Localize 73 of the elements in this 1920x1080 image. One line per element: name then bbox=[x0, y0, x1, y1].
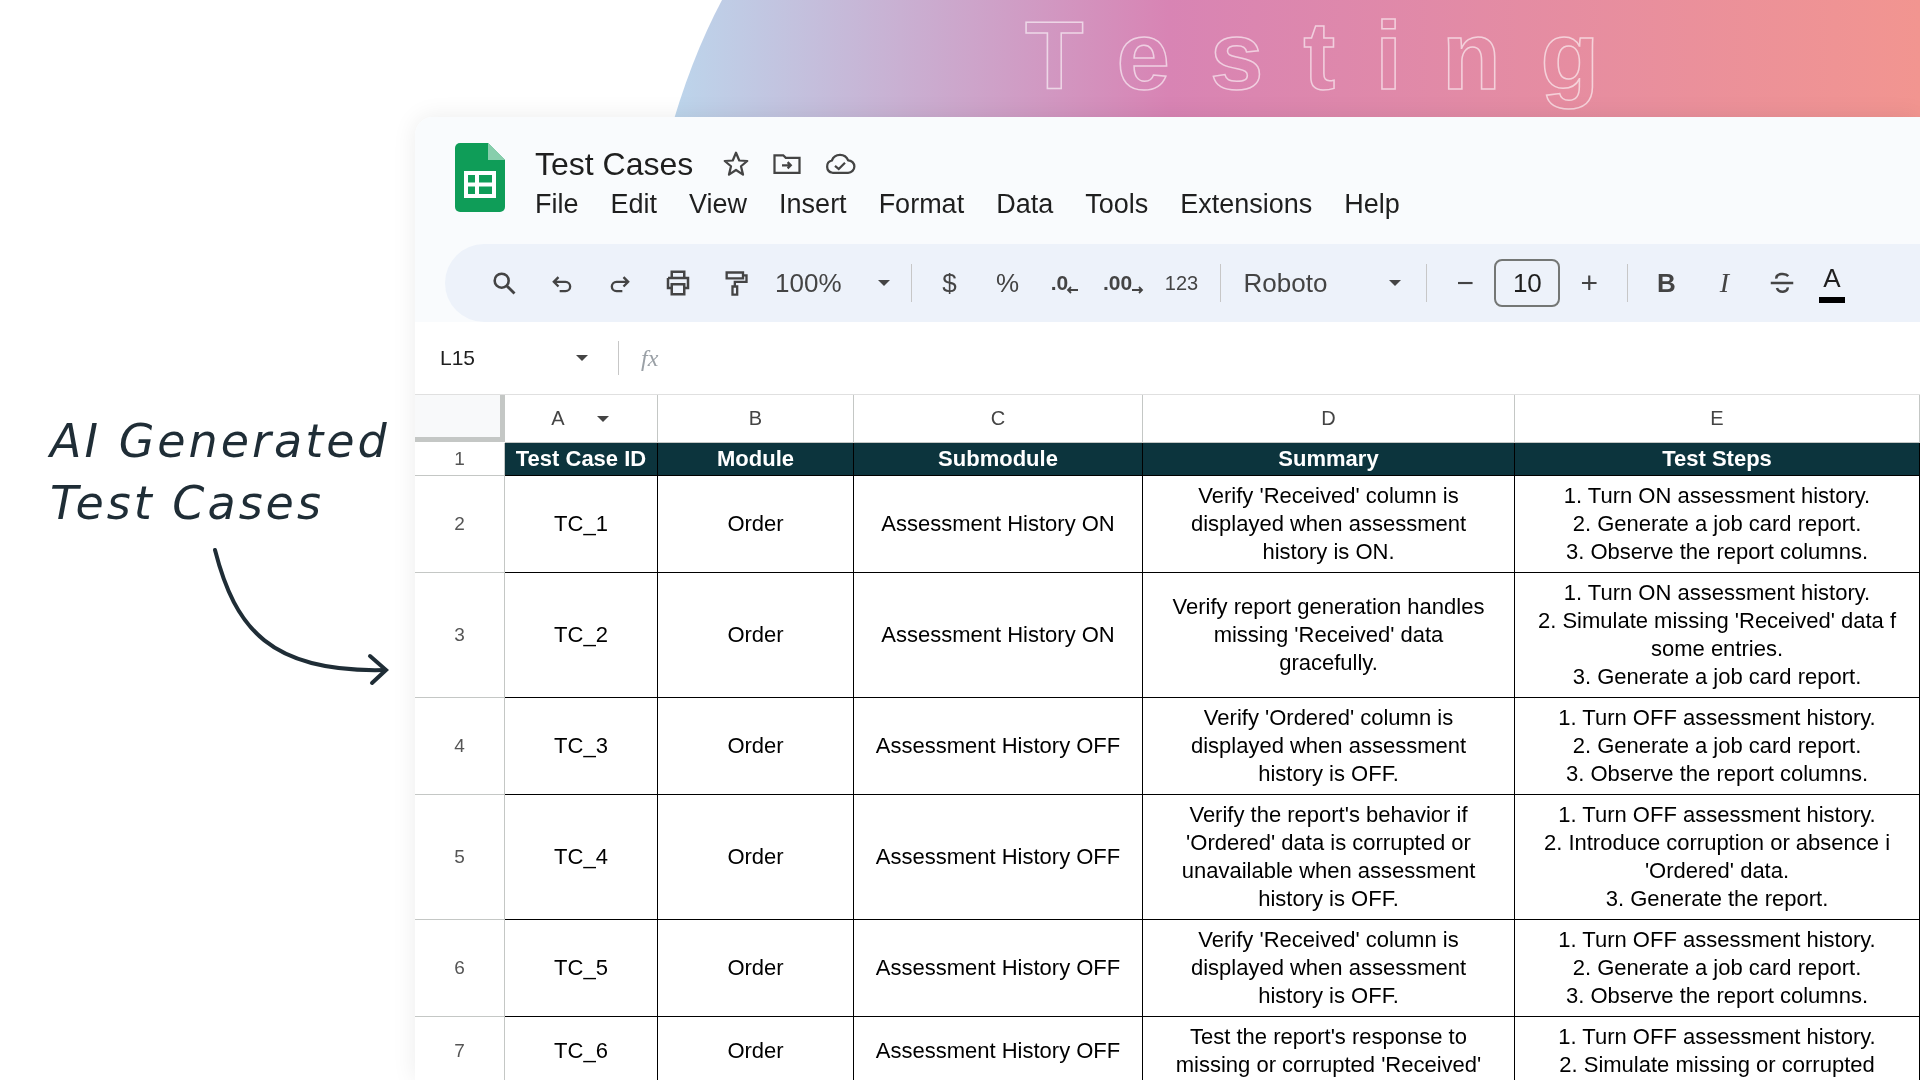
right-arrow-icon bbox=[1130, 285, 1145, 295]
table-cell: Verify 'Ordered' column is displayed when assessment history is OFF. bbox=[1143, 698, 1515, 795]
column-title: Summary bbox=[1143, 443, 1515, 476]
table-cell: 1. Turn ON assessment history. 2. Simulate missing 'Received' data f some entries. 3. Generate a job card report. bbox=[1515, 573, 1920, 698]
row-header[interactable]: 6 bbox=[415, 920, 505, 1017]
name-box[interactable]: L15 bbox=[440, 346, 476, 370]
formula-label: fx bbox=[641, 344, 659, 372]
text-color-button[interactable]: A bbox=[1819, 263, 1845, 303]
table-cell: 1. Turn OFF assessment history. 2. Generate a job card report. 3. Observe the report columns. bbox=[1515, 920, 1920, 1017]
table-cell: TC_3 bbox=[505, 698, 658, 795]
table-cell: TC_6 bbox=[505, 1017, 658, 1080]
menu-item[interactable]: View bbox=[679, 185, 758, 224]
increase-font-size-button[interactable]: + bbox=[1560, 259, 1619, 307]
table-cell: Verify the report's behavior if 'Ordered' data is corrupted or unavailable when assessment history is OFF. bbox=[1143, 795, 1515, 920]
row-header[interactable]: 2 bbox=[415, 476, 505, 573]
table-cell: Assessment History OFF bbox=[854, 1017, 1143, 1080]
zoom-dropdown[interactable]: 100% bbox=[765, 259, 902, 307]
table-cell: TC_4 bbox=[505, 795, 658, 920]
caret-icon[interactable] bbox=[1387, 278, 1404, 288]
italic-button[interactable]: I bbox=[1695, 259, 1754, 307]
table-cell: Assessment History ON bbox=[854, 476, 1143, 573]
row-header[interactable]: 7 bbox=[415, 1017, 505, 1080]
menu-item[interactable]: File bbox=[525, 185, 589, 224]
menu-item[interactable]: Edit bbox=[600, 185, 668, 224]
font-size-field[interactable]: 10 bbox=[1494, 259, 1561, 307]
table-cell: TC_2 bbox=[505, 573, 658, 698]
column-title: Submodule bbox=[854, 443, 1143, 476]
table-cell: Order bbox=[658, 476, 854, 573]
table-cell: TC_1 bbox=[505, 476, 658, 573]
table-cell: TC_5 bbox=[505, 920, 658, 1017]
menu-item[interactable]: Format bbox=[868, 185, 975, 224]
search-icon[interactable] bbox=[490, 269, 518, 297]
caret-icon[interactable] bbox=[574, 353, 590, 363]
document-title[interactable]: Test Cases bbox=[535, 145, 694, 183]
column-title: Test Steps bbox=[1515, 443, 1920, 476]
column-title: Test Case ID bbox=[505, 443, 658, 476]
menu-item[interactable]: Extensions bbox=[1170, 185, 1323, 224]
menu-item[interactable]: Data bbox=[986, 185, 1064, 224]
table-cell: 1. Turn OFF assessment history. 2. Generate a job card report. 3. Observe the report columns. bbox=[1515, 698, 1920, 795]
number-format-button[interactable]: 123 bbox=[1152, 259, 1211, 307]
column-title: Module bbox=[658, 443, 854, 476]
row-header[interactable]: 5 bbox=[415, 795, 505, 920]
table-cell: Test the report's response to missing or corrupted 'Received' bbox=[1143, 1017, 1515, 1080]
table-cell: Assessment History OFF bbox=[854, 698, 1143, 795]
table-cell: Assessment History OFF bbox=[854, 795, 1143, 920]
table-cell: Assessment History ON bbox=[854, 573, 1143, 698]
table-cell: Order bbox=[658, 698, 854, 795]
increase-decimals-button[interactable]: .00 bbox=[1094, 259, 1153, 307]
row-header[interactable]: 3 bbox=[415, 573, 505, 698]
table-cell: 1. Turn OFF assessment history. 2. Introduce corruption or absence i 'Ordered' data. 3. Generate the report. bbox=[1515, 795, 1920, 920]
table-cell: 1. Turn OFF assessment history. 2. Simulate missing or corrupted bbox=[1515, 1017, 1920, 1080]
table-cell: Order bbox=[658, 795, 854, 920]
row-header[interactable]: 4 bbox=[415, 698, 505, 795]
table-cell: Order bbox=[658, 1017, 854, 1080]
bold-button[interactable]: B bbox=[1637, 259, 1696, 307]
menu-item[interactable]: Help bbox=[1334, 185, 1410, 224]
table-cell: Order bbox=[658, 920, 854, 1017]
percent-button[interactable]: % bbox=[978, 259, 1037, 307]
table-cell: Verify 'Received' column is displayed when assessment history is OFF. bbox=[1143, 920, 1515, 1017]
decrease-decimals-button[interactable]: .0 bbox=[1036, 259, 1095, 307]
table-cell: 1. Turn ON assessment history. 2. Generate a job card report. 3. Observe the report columns. bbox=[1515, 476, 1920, 573]
sheets-logo-icon bbox=[455, 143, 505, 213]
menu-item[interactable]: Insert bbox=[769, 185, 857, 224]
menu-item[interactable]: Tools bbox=[1075, 185, 1159, 224]
left-arrow-icon bbox=[1066, 285, 1081, 295]
table-cell: Order bbox=[658, 573, 854, 698]
table-cell: Assessment History OFF bbox=[854, 920, 1143, 1017]
background-headline: Testing bbox=[1025, 1, 1641, 112]
table-cell: Verify 'Received' column is displayed when assessment history is ON. bbox=[1143, 476, 1515, 573]
font-dropdown[interactable]: Roboto bbox=[1229, 259, 1418, 307]
currency-button[interactable]: $ bbox=[920, 259, 979, 307]
table-cell: Verify report generation handles missing 'Received' data gracefully. bbox=[1143, 573, 1515, 698]
decrease-font-size-button[interactable]: − bbox=[1436, 259, 1495, 307]
